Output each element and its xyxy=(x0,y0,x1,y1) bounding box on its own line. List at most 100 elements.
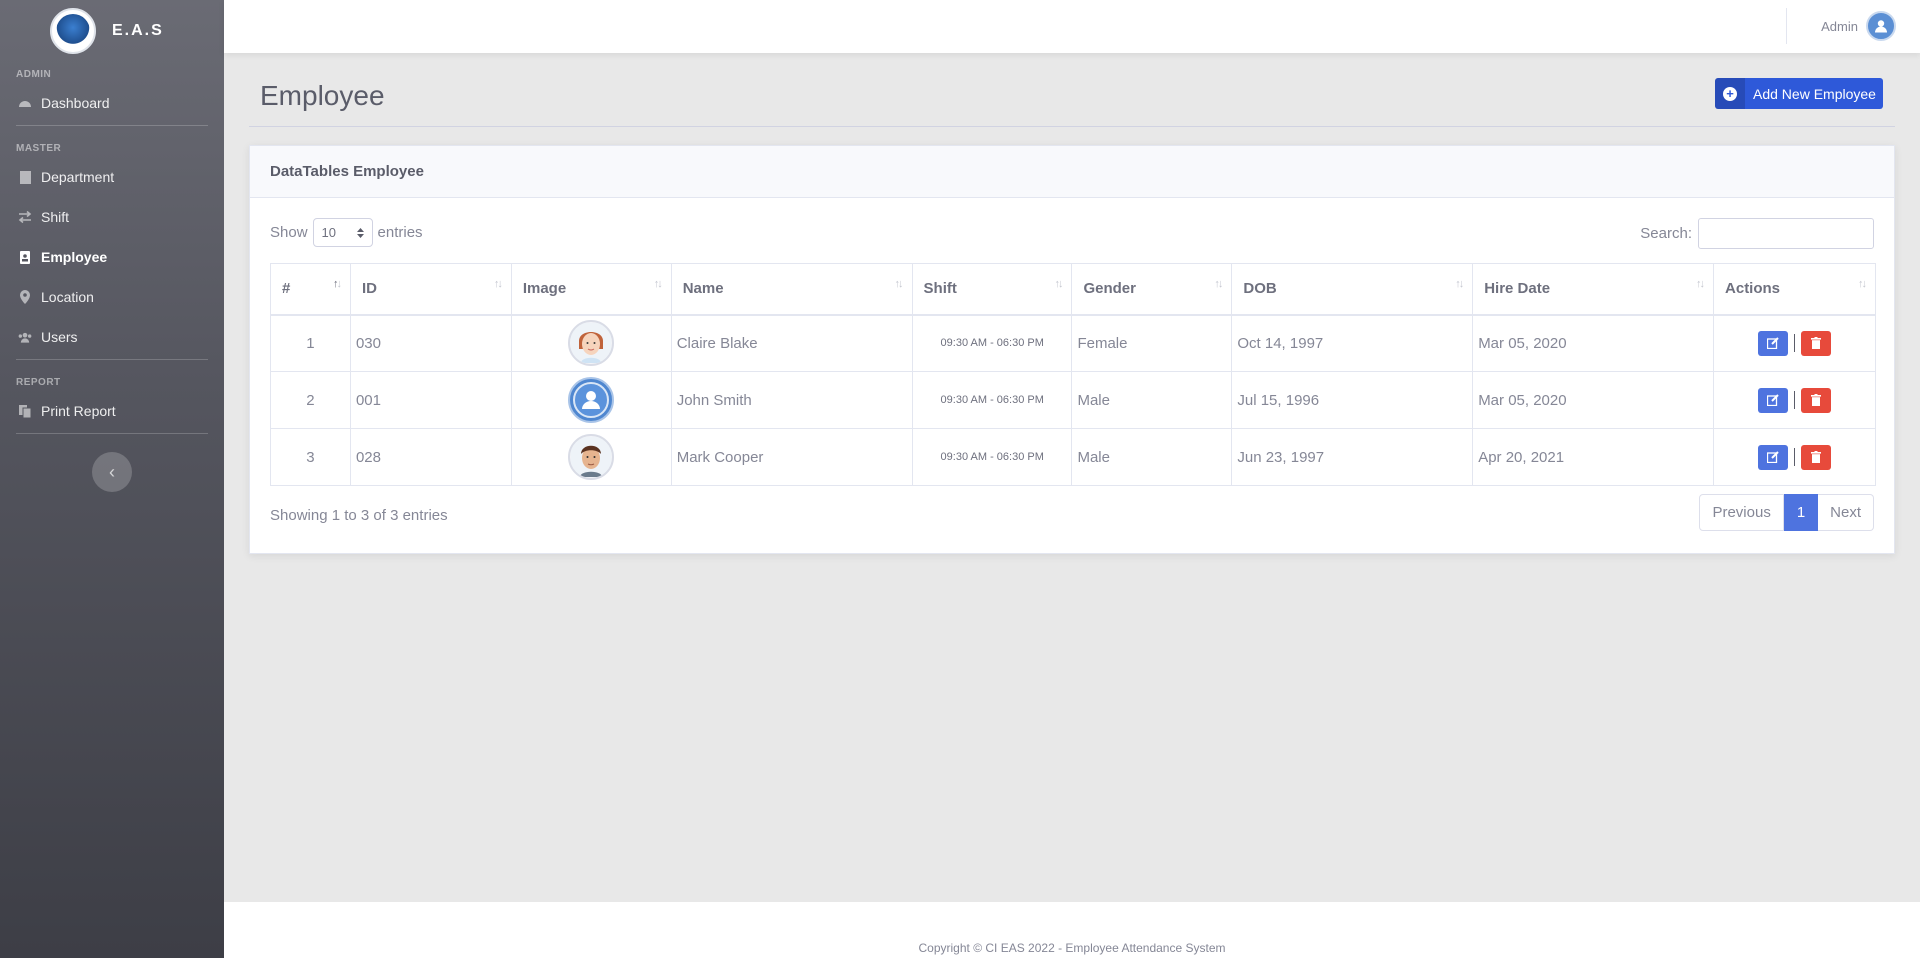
page-title: Employee xyxy=(260,80,385,111)
cell-name: Claire Blake xyxy=(670,314,913,372)
next-page-button[interactable]: Next xyxy=(1818,494,1874,531)
search-input[interactable] xyxy=(1698,218,1874,249)
copyright-text: Copyright © CI EAS 2022 - Employee Atten… xyxy=(918,941,1226,955)
edit-icon xyxy=(1767,451,1779,463)
sidebar-item-employee[interactable]: Employee xyxy=(0,237,224,277)
user-avatar-icon xyxy=(1866,11,1896,41)
sort-icon: ↑↓ xyxy=(894,278,904,290)
sidebar-item-users[interactable]: Users xyxy=(0,317,224,357)
cell-image xyxy=(510,314,672,372)
search-control: Search: xyxy=(1640,218,1874,249)
users-icon xyxy=(18,330,32,344)
cell-gender: Female xyxy=(1071,314,1233,372)
cell-image xyxy=(510,371,672,429)
footer: Copyright © CI EAS 2022 - Employee Atten… xyxy=(224,902,1920,958)
female-avatar-icon xyxy=(568,320,615,367)
column-header-id[interactable]: ID ↑↓ xyxy=(349,263,512,316)
previous-page-button[interactable]: Previous xyxy=(1699,494,1784,531)
sidebar-item-label: Dashboard xyxy=(41,95,110,111)
table-row: 3 028 Mark Cooper 09:30 AM - 06:30 PM Ma… xyxy=(270,428,1876,486)
user-name: Admin xyxy=(1821,18,1858,34)
cell-name: John Smith xyxy=(670,371,913,429)
cell-shift: 09:30 AM - 06:30 PM xyxy=(911,314,1073,372)
sidebar: E.A.S ADMIN Dashboard MASTER Department … xyxy=(0,0,224,958)
map-marker-icon xyxy=(18,290,32,304)
cell-dob: Jul 15, 1996 xyxy=(1231,371,1474,429)
edit-button[interactable] xyxy=(1758,444,1788,470)
sidebar-brand[interactable]: E.A.S xyxy=(0,0,224,62)
cell-actions xyxy=(1713,314,1876,372)
edit-icon xyxy=(1767,394,1779,406)
cell-shift: 09:30 AM - 06:30 PM xyxy=(911,371,1073,429)
card-title: DataTables Employee xyxy=(270,163,424,180)
sidebar-heading-master: MASTER xyxy=(16,143,62,154)
table-info: Showing 1 to 3 of 3 entries xyxy=(270,507,448,524)
building-icon xyxy=(18,170,32,184)
cell-gender: Male xyxy=(1071,428,1233,486)
sort-asc-icon: ↑↓ xyxy=(332,278,342,290)
user-menu[interactable]: Admin xyxy=(1821,11,1896,41)
sidebar-divider xyxy=(16,125,208,126)
table-header-row: # ↑↓ ID ↑↓ Image ↑↓ Name ↑↓ Shift ↑↓ Gender ↑↓… xyxy=(270,263,1876,316)
column-header-actions[interactable]: Actions ↑↓ xyxy=(1713,263,1876,316)
exchange-icon xyxy=(18,210,32,224)
delete-button[interactable] xyxy=(1801,444,1831,470)
cell-id: 001 xyxy=(349,371,512,429)
column-header-shift[interactable]: Shift ↑↓ xyxy=(911,263,1073,316)
delete-button[interactable] xyxy=(1801,330,1831,356)
page-length-select[interactable]: 10 xyxy=(312,218,373,247)
male-avatar-icon xyxy=(568,434,615,480)
edit-icon xyxy=(1767,337,1779,350)
cell-hire-date: Apr 20, 2021 xyxy=(1472,428,1715,486)
page-length-value: 10 xyxy=(321,225,336,240)
column-header-image[interactable]: Image ↑↓ xyxy=(510,263,672,316)
sort-icon: ↑↓ xyxy=(653,278,663,290)
sidebar-item-label: Employee xyxy=(41,249,108,265)
edit-button[interactable] xyxy=(1758,330,1788,356)
topbar: Admin xyxy=(224,0,1920,53)
edit-button[interactable] xyxy=(1758,387,1788,413)
action-separator xyxy=(1794,334,1795,353)
sidebar-item-shift[interactable]: Shift xyxy=(0,197,224,237)
trash-icon xyxy=(1811,451,1821,463)
column-header-name[interactable]: Name ↑↓ xyxy=(670,263,913,316)
cell-gender: Male xyxy=(1071,371,1233,429)
search-label: Search: xyxy=(1640,225,1692,242)
cell-dob: Jun 23, 1997 xyxy=(1231,428,1474,486)
column-header-gender[interactable]: Gender ↑↓ xyxy=(1071,263,1233,316)
sort-icon: ↑↓ xyxy=(1455,278,1464,290)
card-header: DataTables Employee xyxy=(250,146,1894,198)
action-separator xyxy=(1794,391,1795,409)
id-badge-icon xyxy=(18,250,32,264)
action-separator xyxy=(1794,448,1795,466)
cell-shift: 09:30 AM - 06:30 PM xyxy=(911,428,1073,486)
entries-label: entries xyxy=(377,224,423,241)
sidebar-item-department[interactable]: Department xyxy=(0,157,224,197)
title-divider xyxy=(249,126,1895,127)
column-header-hire-date[interactable]: Hire Date ↑↓ xyxy=(1472,263,1715,316)
column-header-number[interactable]: # ↑↓ xyxy=(270,263,351,316)
length-control: Show 10 entries xyxy=(270,218,423,247)
delete-button[interactable] xyxy=(1801,387,1831,413)
sidebar-item-dashboard[interactable]: Dashboard xyxy=(0,83,224,123)
sidebar-heading-admin: ADMIN xyxy=(16,69,52,80)
page-1-button[interactable]: 1 xyxy=(1783,494,1819,531)
cell-name: Mark Cooper xyxy=(670,428,913,486)
sidebar-heading-report: REPORT xyxy=(16,377,61,388)
employee-table: # ↑↓ ID ↑↓ Image ↑↓ Name ↑↓ Shift ↑↓ Gender ↑↓… xyxy=(270,263,1876,486)
show-label: Show xyxy=(270,224,308,241)
sidebar-item-label: Location xyxy=(41,289,94,305)
add-new-employee-label: Add New Employee xyxy=(1753,85,1876,102)
sidebar-toggle-button[interactable]: ‹ xyxy=(92,452,132,492)
add-new-employee-button[interactable]: + Add New Employee xyxy=(1715,78,1883,109)
column-header-dob[interactable]: DOB ↑↓ xyxy=(1231,263,1474,316)
sort-caret-icon xyxy=(356,227,364,238)
sidebar-item-location[interactable]: Location xyxy=(0,277,224,317)
sort-icon: ↑↓ xyxy=(1054,278,1063,290)
cell-number: 3 xyxy=(270,428,351,486)
sidebar-item-print-report[interactable]: Print Report xyxy=(0,391,224,431)
table-row: 1 030 Claire Blake 09:30 AM - 06:30 PM F… xyxy=(270,314,1876,372)
cell-number: 1 xyxy=(270,314,351,372)
sidebar-divider xyxy=(16,433,208,434)
sort-icon: ↑↓ xyxy=(1858,278,1867,290)
